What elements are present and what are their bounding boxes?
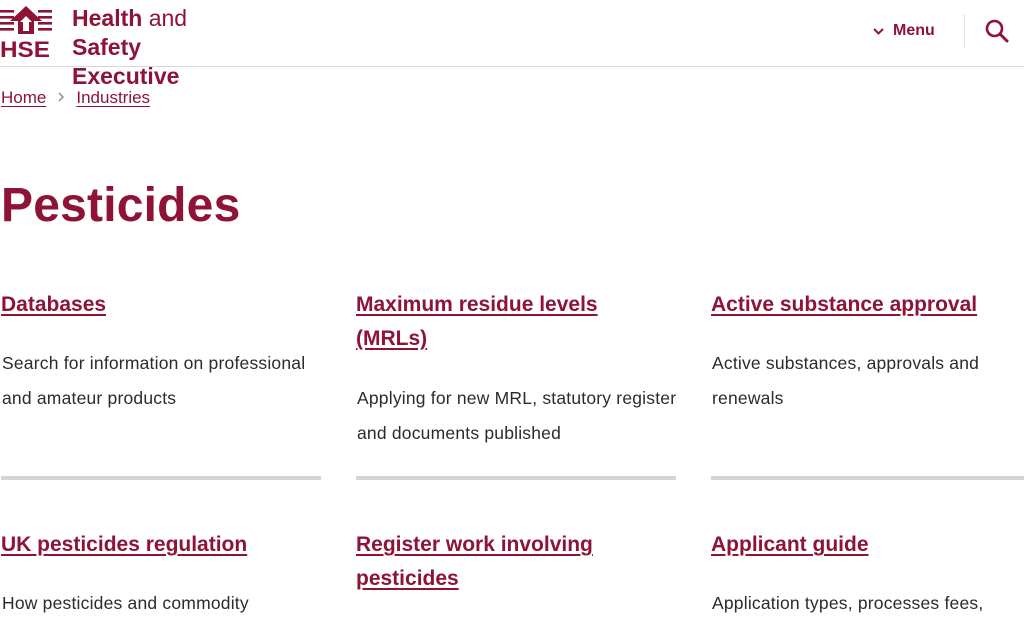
breadcrumb: Home Industries [1,88,150,108]
menu-label: Menu [893,22,935,39]
card-description: How pesticides and commodity [2,593,249,613]
card-applicant-guide: Applicant guide Application types, proce… [711,528,1024,613]
search-icon [985,19,1009,43]
breadcrumb-industries-link[interactable]: Industries [76,88,150,108]
menu-button[interactable]: Menu [872,16,935,46]
card-description: Search for information on professional a… [2,353,306,408]
card-title: Maximum residue levels (MRLs) [356,288,656,356]
card-description: Active substances, approvals and renewal… [712,353,980,408]
card-link-applicant-guide[interactable]: Applicant guide [711,533,869,556]
search-button[interactable] [984,18,1012,46]
hse-abbreviation: HSE [0,37,50,60]
card-divider [356,476,676,480]
card-title: Applicant guide [711,528,1024,562]
chevron-right-icon [46,88,76,108]
logo-word-and: and [148,5,188,31]
card-active-substance-approval: Active substance approval Active substan… [711,288,1024,408]
card-description: Applying for new MRL, statutory register… [357,388,677,443]
organisation-name-line1: Health and Safety [72,4,260,62]
card-link-databases[interactable]: Databases [1,293,106,316]
breadcrumb-home-link[interactable]: Home [1,88,46,108]
card-title: Active substance approval [711,288,1024,322]
card-register-work: Register work involving pesticides [356,528,656,596]
header-divider [964,14,965,48]
logo-word-safety: Safety [72,34,142,60]
page-title: Pesticides [1,179,241,232]
logo-word-health: Health [72,5,143,31]
card-description: Application types, processes fees, [712,593,984,613]
hse-abbrev-text: HSE [0,37,50,60]
chevron-down-icon [873,27,884,35]
card-databases: Databases Search for information on prof… [1,288,323,408]
card-divider [711,476,1024,480]
card-title: Register work involving pesticides [356,528,656,596]
card-divider [1,476,321,480]
card-uk-pesticides-regulation: UK pesticides regulation How pesticides … [1,528,323,613]
card-link-active-substance-approval[interactable]: Active substance approval [711,293,977,316]
card-mrls: Maximum residue levels (MRLs) Applying f… [356,288,676,443]
organisation-name-line2: Executive [72,63,180,89]
card-link-uk-pesticides-regulation[interactable]: UK pesticides regulation [1,533,247,556]
card-link-mrls[interactable]: Maximum residue levels (MRLs) [356,293,598,350]
card-title: Databases [1,288,323,322]
hse-logo-link[interactable]: HSE Health and Safety Executive [0,4,260,89]
card-link-register-work[interactable]: Register work involving pesticides [356,533,593,590]
site-header: HSE Health and Safety Executive Menu [0,0,1024,89]
card-title: UK pesticides regulation [1,528,323,562]
organisation-name: Health and Safety Executive [72,4,260,91]
